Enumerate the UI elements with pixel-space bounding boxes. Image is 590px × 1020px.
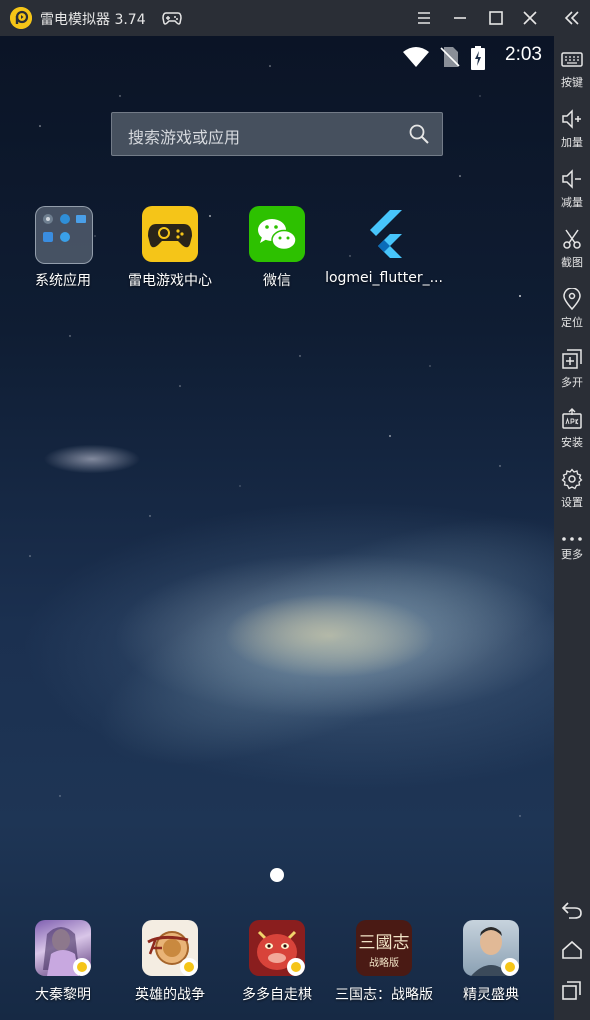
duoduo-chess-game-icon [249, 920, 305, 976]
app-label: logmei_flutter_... [325, 270, 443, 286]
toolbar-screenshot-button[interactable]: 截图 [554, 224, 590, 280]
leidian-badge-icon [73, 958, 91, 976]
app-logo-icon [10, 7, 32, 29]
toolbar-settings-button[interactable]: 设置 [554, 464, 590, 520]
icon-subtitle: 战略版 [369, 958, 399, 969]
close-icon [523, 11, 537, 25]
dock-app-daqin[interactable]: 大秦黎明 [8, 920, 118, 1010]
toolbar-label: 定位 [561, 316, 583, 329]
location-icon [563, 288, 581, 310]
gear-icon [561, 468, 583, 490]
status-bar: 2:03 [402, 44, 542, 70]
close-button[interactable] [518, 6, 542, 30]
dock-app-three-kingdoms[interactable]: 三國志 战略版 三国志：战略版 [329, 920, 439, 1010]
toolbar-label: 更多 [561, 548, 583, 561]
apk-install-icon [562, 408, 582, 429]
toolbar-label: 设置 [561, 496, 583, 509]
hero-war-game-icon [142, 920, 198, 976]
emulator-screen[interactable]: 2:03 搜索游戏或应用 系统应用 雷电游戏中心 微信 logmei_flutt… [0, 36, 554, 1020]
collapse-sidebar-button[interactable] [560, 6, 584, 30]
wechat-icon [249, 206, 305, 262]
search-icon[interactable] [408, 123, 430, 145]
toolbar-label: 按键 [561, 76, 583, 89]
android-back-button[interactable] [560, 898, 584, 922]
back-icon [561, 902, 582, 919]
app-game-center[interactable]: 雷电游戏中心 [115, 206, 225, 296]
dock-app-elf-ceremony[interactable]: 精灵盛典 [436, 920, 546, 1010]
more-icon [562, 537, 582, 541]
app-system-apps[interactable]: 系统应用 [8, 206, 118, 296]
title-bar: 雷电模拟器 3.74 [0, 0, 590, 36]
menu-icon [418, 12, 430, 24]
keyboard-icon [561, 52, 583, 67]
elf-ceremony-game-icon [463, 920, 519, 976]
leidian-badge-icon [501, 958, 519, 976]
android-home-button[interactable] [560, 938, 584, 962]
volume-up-icon [562, 109, 581, 129]
app-label: 精灵盛典 [463, 987, 519, 1003]
search-bar[interactable]: 搜索游戏或应用 [111, 112, 443, 156]
battery-charging-icon [471, 46, 485, 70]
system-apps-folder-icon [35, 206, 93, 264]
emulator-toolbar: 按键 加量 减量 截图 定位 多开 安装 设置 更多 [554, 36, 590, 1020]
maximize-button[interactable] [484, 6, 508, 30]
recents-icon [562, 981, 581, 1000]
app-logmei-flutter[interactable]: logmei_flutter_... [325, 206, 443, 296]
dock-app-duoduo-chess[interactable]: 多多自走棋 [222, 920, 332, 1010]
toolbar-multi-instance-button[interactable]: 多开 [554, 344, 590, 400]
menu-button[interactable] [412, 6, 436, 30]
toolbar-location-button[interactable]: 定位 [554, 284, 590, 340]
gamepad-icon [142, 206, 198, 262]
dock-app-hero-war[interactable]: 英雄的战争 [115, 920, 225, 1010]
no-sim-icon [440, 47, 460, 67]
leidian-badge-icon [287, 958, 305, 976]
gamepad-icon[interactable] [162, 10, 182, 26]
minimize-button[interactable] [448, 6, 472, 30]
app-wechat[interactable]: 微信 [222, 206, 332, 296]
multi-instance-icon [562, 349, 582, 369]
toolbar-volume-down-button[interactable]: 减量 [554, 164, 590, 220]
minimize-icon [454, 17, 466, 19]
toolbar-more-button[interactable]: 更多 [554, 524, 590, 580]
status-clock: 2:03 [505, 44, 542, 65]
flutter-icon [356, 206, 412, 262]
leidian-badge-icon [180, 958, 198, 976]
toolbar-label: 减量 [561, 196, 583, 209]
window-title: 雷电模拟器 3.74 [40, 12, 146, 28]
three-kingdoms-game-icon: 三國志 战略版 [356, 920, 412, 976]
toolbar-label: 安装 [561, 436, 583, 449]
toolbar-label: 截图 [561, 256, 583, 269]
wifi-icon [403, 47, 429, 67]
android-recents-button[interactable] [560, 978, 584, 1002]
volume-down-icon [562, 169, 581, 189]
scissors-icon [563, 229, 581, 249]
toolbar-keymap-button[interactable]: 按键 [554, 44, 590, 100]
toolbar-label: 加量 [561, 136, 583, 149]
icon-title: 三國志 [358, 933, 410, 953]
page-indicator [270, 868, 284, 882]
toolbar-label: 多开 [561, 376, 583, 389]
maximize-icon [489, 11, 503, 25]
toolbar-volume-up-button[interactable]: 加量 [554, 104, 590, 160]
search-placeholder: 搜索游戏或应用 [128, 128, 241, 147]
daqin-game-icon [35, 920, 91, 976]
double-chevron-left-icon [564, 11, 579, 25]
toolbar-install-apk-button[interactable]: 安装 [554, 404, 590, 460]
home-icon [562, 940, 582, 959]
